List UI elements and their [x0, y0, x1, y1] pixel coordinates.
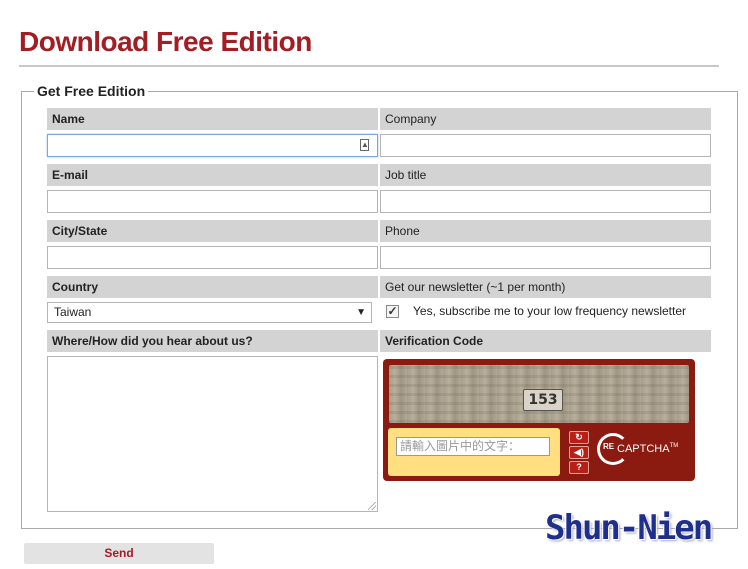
hear-about-textarea[interactable] [47, 356, 378, 512]
name-label: Name [47, 108, 378, 130]
job-title-field[interactable] [380, 190, 711, 213]
audio-icon[interactable]: ◀) [569, 446, 589, 459]
captcha-response-input[interactable]: 請輸入圖片中的文字： [396, 437, 550, 456]
company-field[interactable] [380, 134, 711, 157]
newsletter-label: Get our newsletter (~1 per month) [380, 276, 711, 298]
verification-code-label: Verification Code [380, 330, 711, 352]
captcha-image: 153 [389, 365, 689, 423]
title-divider [19, 65, 719, 67]
recaptcha-widget: 153 請輸入圖片中的文字： ↻ ◀) ? RE CAPTCHATM [383, 359, 695, 481]
job-title-label: Job title [380, 164, 711, 186]
name-field[interactable]: ▲ [47, 134, 378, 157]
email-label: E-mail [47, 164, 378, 186]
fieldset-legend: Get Free Edition [34, 83, 149, 99]
refresh-icon[interactable]: ↻ [569, 431, 589, 444]
resize-grip-icon[interactable] [368, 502, 376, 510]
send-button[interactable]: Send [24, 543, 214, 564]
phone-label: Phone [380, 220, 711, 242]
recaptcha-logo-prefix: RE [603, 442, 615, 451]
captcha-image-number: 153 [523, 389, 563, 411]
recaptcha-logo-text: CAPTCHATM [617, 443, 679, 455]
city-state-field[interactable] [47, 246, 378, 269]
company-label: Company [380, 108, 711, 130]
contact-card-icon: ▲ [360, 139, 369, 151]
dropdown-arrow-icon: ▼ [356, 307, 366, 318]
country-label: Country [47, 276, 378, 298]
country-value: Taiwan [54, 305, 92, 319]
email-field[interactable] [47, 190, 378, 213]
watermark: Shun-Nien [545, 508, 713, 548]
newsletter-checkbox[interactable]: ✓ [386, 305, 399, 318]
recaptcha-logo: RE CAPTCHATM [595, 431, 687, 473]
hear-about-label: Where/How did you hear about us? [47, 330, 378, 352]
help-icon[interactable]: ? [569, 461, 589, 474]
page-title: Download Free Edition [19, 26, 312, 57]
phone-field[interactable] [380, 246, 711, 269]
country-select[interactable]: Taiwan ▼ [47, 302, 372, 323]
captcha-input-area: 請輸入圖片中的文字： [388, 428, 560, 476]
newsletter-checkbox-text: Yes, subscribe me to your low frequency … [413, 304, 687, 318]
city-state-label: City/State [47, 220, 378, 242]
